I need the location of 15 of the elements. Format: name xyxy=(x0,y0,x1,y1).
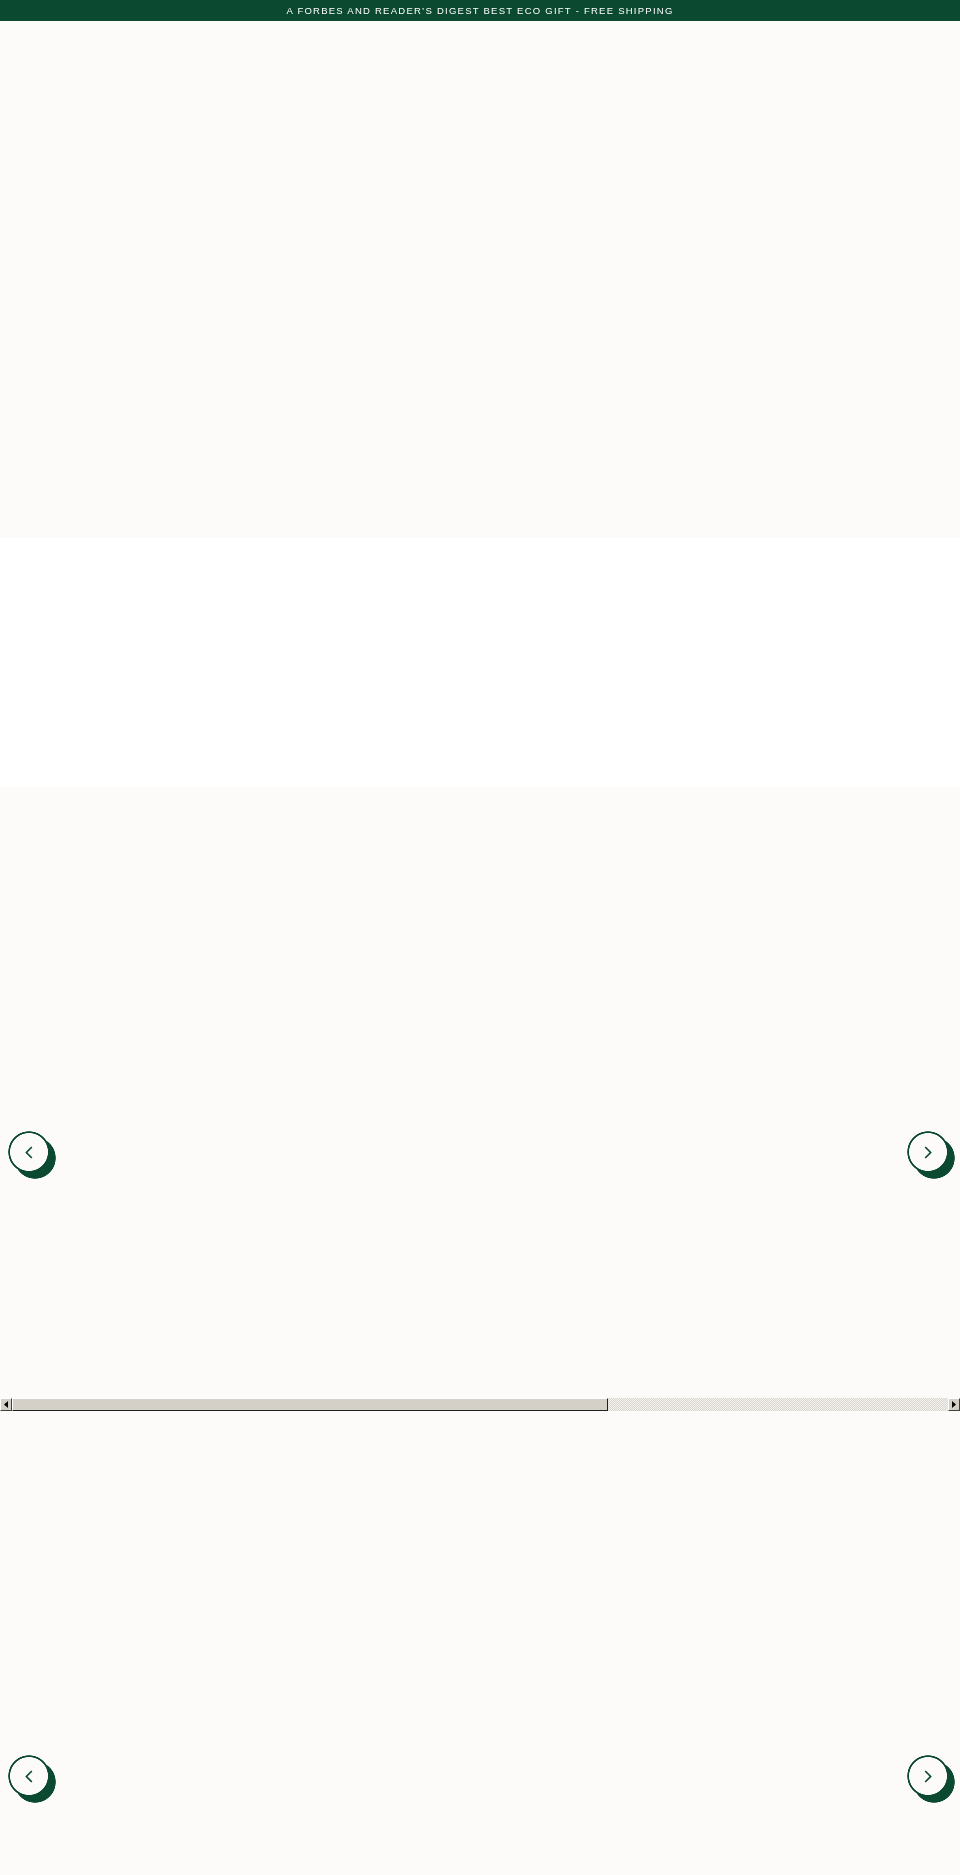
chevron-right-icon xyxy=(924,1769,932,1783)
previous-button[interactable] xyxy=(8,1755,56,1803)
announcement-text: A FORBES AND READER’S DIGEST BEST ECO GIFT - FREE SHIPPING xyxy=(286,5,674,16)
scrollbar-thumb[interactable] xyxy=(12,1398,608,1411)
scroll-left-button[interactable] xyxy=(0,1398,12,1411)
triangle-right-icon xyxy=(952,1401,956,1408)
next-button[interactable] xyxy=(907,1131,955,1179)
previous-button[interactable] xyxy=(8,1131,56,1179)
chevron-left-icon xyxy=(25,1769,33,1783)
chevron-right-icon xyxy=(924,1145,932,1159)
horizontal-scrollbar[interactable] xyxy=(0,1398,960,1411)
scroll-right-button[interactable] xyxy=(948,1398,960,1411)
chevron-left-icon xyxy=(25,1145,33,1159)
next-button[interactable] xyxy=(907,1755,955,1803)
triangle-left-icon xyxy=(4,1401,8,1408)
